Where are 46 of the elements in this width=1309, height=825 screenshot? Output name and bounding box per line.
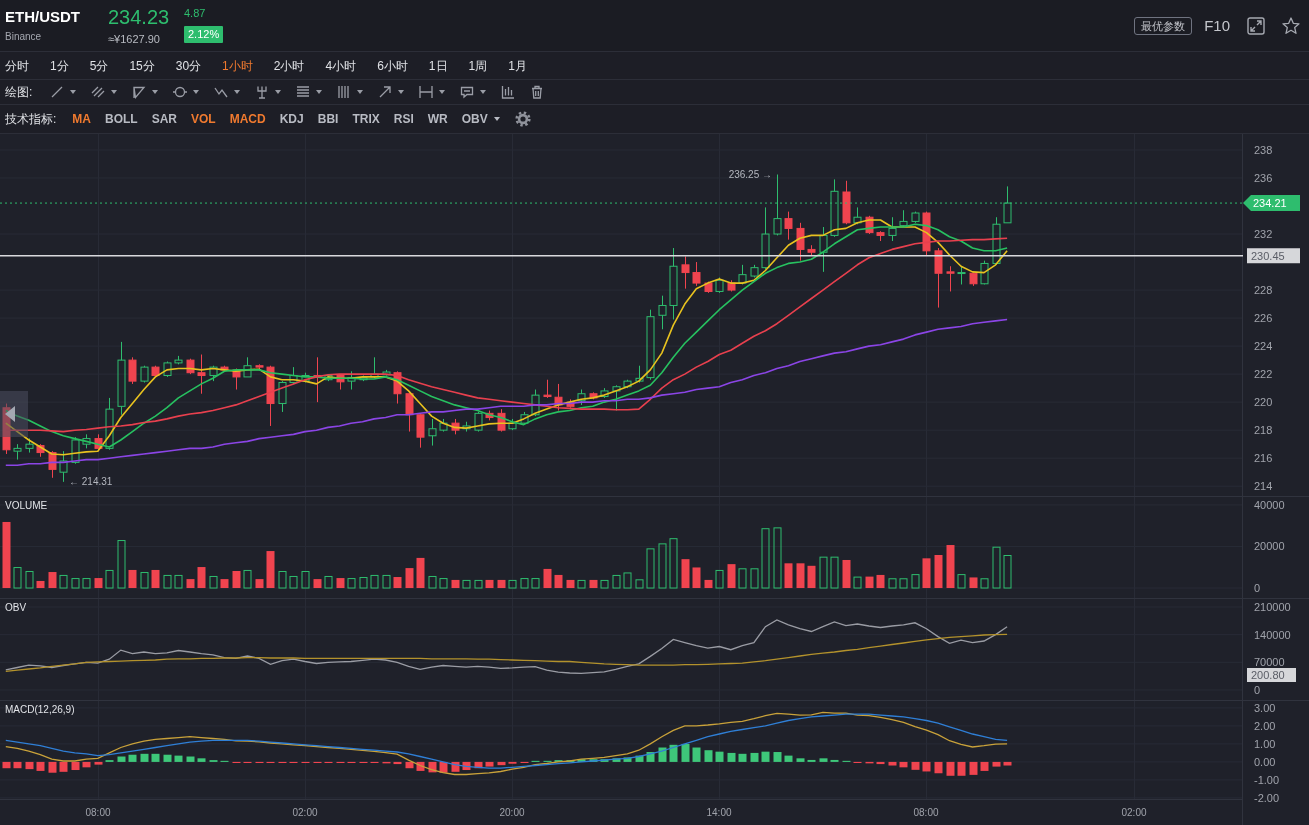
indicators-label: 技术指标: — [5, 112, 57, 126]
exchange-name: Binance — [5, 31, 42, 43]
symbol-name: ETH/USDT — [5, 8, 80, 26]
y-axis-label: 228 — [1254, 284, 1273, 297]
y-axis-label: 20000 — [1254, 540, 1285, 553]
y-axis-label: 218 — [1254, 424, 1273, 437]
price-line-tag: 230.45 — [1247, 248, 1300, 264]
panel-title: MACD(12,26,9) — [5, 703, 75, 715]
last-price-tag: 234.21 — [1243, 195, 1300, 212]
x-axis-label: 08:00 — [85, 806, 111, 818]
low-price-label: ← 214.31 — [69, 476, 113, 488]
panel-title: VOLUME — [5, 499, 48, 511]
x-axis-label: 20:00 — [499, 806, 525, 818]
x-axis-label: 14:00 — [706, 806, 732, 818]
x-axis-label: 02:00 — [292, 806, 318, 818]
y-axis-label: 0 — [1254, 582, 1261, 595]
y-axis-label: 0 — [1254, 684, 1261, 696]
y-axis-label: 238 — [1254, 143, 1273, 156]
y-axis-label: 1.00 — [1254, 737, 1276, 750]
y-axis-label: 2.00 — [1254, 719, 1276, 732]
y-axis-label: 140000 — [1254, 628, 1291, 641]
converted-price: ≈¥1627.90 — [108, 32, 160, 46]
price-change: 4.87 — [184, 6, 206, 20]
y-axis-label: 214 — [1254, 480, 1273, 493]
y-axis-label: 220 — [1254, 396, 1273, 409]
y-axis-label: 232 — [1254, 228, 1273, 241]
x-axis-label: 02:00 — [1121, 806, 1147, 818]
change-percent-badge: 2.12% — [184, 25, 224, 43]
x-axis-label: 08:00 — [913, 806, 939, 818]
y-axis-label: 236 — [1254, 172, 1273, 184]
y-axis-label: 222 — [1254, 368, 1273, 381]
value-tag: 200.80 — [1247, 667, 1296, 682]
drawing-toolbar-label: 绘图: — [5, 85, 33, 99]
y-axis-label: 70000 — [1254, 656, 1285, 669]
y-axis-label: 210000 — [1254, 600, 1291, 613]
y-axis-label: -2.00 — [1254, 791, 1280, 804]
y-axis-label: 3.00 — [1254, 701, 1276, 714]
y-axis-label: 226 — [1254, 312, 1273, 325]
y-axis-label: 216 — [1254, 452, 1273, 465]
y-axis-label: -1.00 — [1254, 773, 1280, 786]
panel-title: OBV — [5, 601, 27, 613]
high-price-label: 236.25 → — [728, 169, 772, 180]
y-axis-label: 224 — [1254, 340, 1273, 353]
last-price: 234.23 — [108, 5, 170, 28]
y-axis-label: 0.00 — [1254, 755, 1276, 768]
y-axis-label: 40000 — [1254, 498, 1285, 511]
